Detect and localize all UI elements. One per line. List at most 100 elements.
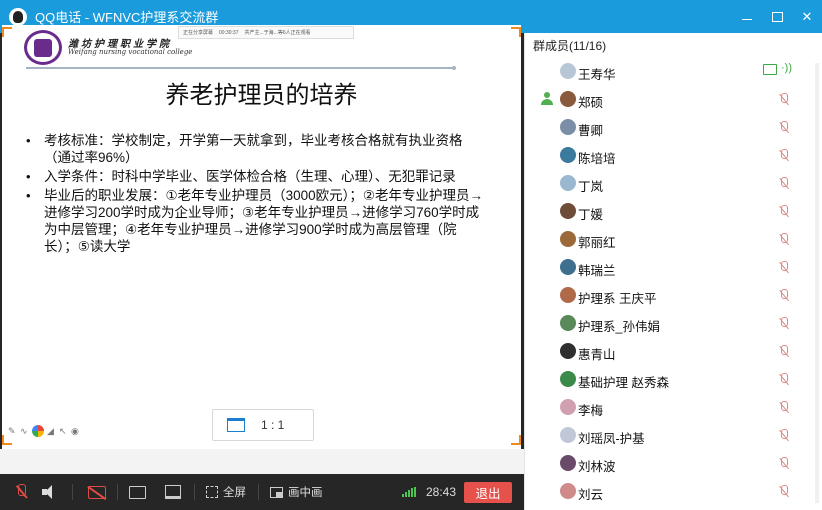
host-icon [540,92,554,106]
avatar[interactable] [560,63,576,79]
member-name: 护理系 王庆平 [578,292,657,306]
member-row[interactable]: 丁媛 [525,197,815,225]
camera-off-icon [88,485,106,499]
avatar[interactable] [560,147,576,163]
share-screen-button[interactable] [129,474,146,510]
member-name: 护理系_孙伟娟 [578,320,660,334]
microphone-muted-icon [778,317,790,330]
avatar[interactable] [560,399,576,415]
member-name: 曹卿 [578,124,604,138]
avatar[interactable] [560,231,576,247]
avatar[interactable] [560,119,576,135]
microphone-muted-icon [778,429,790,442]
avatar[interactable] [560,175,576,191]
avatar[interactable] [560,259,576,275]
microphone-muted-icon [778,93,790,106]
member-row[interactable]: 李梅 [525,393,815,421]
avatar[interactable] [560,203,576,219]
qq-call-window: QQ电话 - WFNVC护理系交流群 ✕ 正在分享屏幕 00:30:37 共产主… [0,0,822,510]
share-status: 正在分享屏幕 [183,30,214,36]
avatar[interactable] [560,455,576,471]
microphone-muted-icon [778,233,790,246]
eraser-icon[interactable]: ◢ [47,426,56,436]
screen-sharing-icon [763,64,777,75]
close-button[interactable]: ✕ [792,0,822,33]
member-row[interactable]: 曹卿 [525,113,815,141]
fullscreen-label: 全屏 [223,487,246,499]
member-row[interactable]: 丁岚 [525,169,815,197]
bullet-item: 毕业后的职业发展：①老年专业护理员（3000欧元）；②老年专业护理员→进修学习2… [24,187,486,255]
corner-marker [511,435,521,445]
avatar[interactable] [560,315,576,331]
slide-bullet-list: 考核标准：学校制定，开学第一天就拿到，毕业考核合格就有执业资格（通过率96%） … [24,132,486,257]
whiteboard-button[interactable] [165,474,181,510]
member-row[interactable]: 韩瑞兰 [525,253,815,281]
microphone-muted-icon [778,345,790,358]
member-row[interactable]: 护理系_孙伟娟 [525,309,815,337]
header-divider [26,66,456,70]
avatar[interactable] [560,287,576,303]
maximize-button[interactable] [762,0,792,33]
avatar[interactable] [560,427,576,443]
microphone-muted-icon [778,261,790,274]
signal-strength [402,474,416,510]
member-row[interactable]: 郭丽红 [525,225,815,253]
member-name: 郭丽红 [578,236,616,250]
member-name: 刘林波 [578,460,616,474]
member-row[interactable]: 护理系 王庆平 [525,281,815,309]
speaker-button[interactable] [42,474,58,510]
avatar[interactable] [560,91,576,107]
slide-annotation-toolbar: ✎ ∿ ◢ ↖ ◉ [8,425,80,437]
member-row[interactable]: 王寿华 ·)) [525,57,815,85]
color-picker-icon[interactable] [32,425,44,437]
member-row[interactable]: 刘瑶凤-护基 [525,421,815,449]
member-row[interactable]: 陈培培 [525,141,815,169]
member-name: 刘云 [578,488,604,502]
divider [117,484,118,500]
microphone-muted-icon [778,149,790,162]
call-timer: 28:43 [426,485,457,499]
minimize-button[interactable] [732,0,762,33]
avatar[interactable] [560,343,576,359]
curve-icon[interactable]: ∿ [20,426,29,436]
avatar[interactable] [560,371,576,387]
microphone-muted-icon [778,177,790,190]
microphone-muted-icon [778,457,790,470]
exit-call-button[interactable]: 退出 [464,481,512,503]
member-row[interactable]: 刘云 [525,477,815,505]
picture-in-picture-button[interactable]: 画中画 [270,474,323,510]
member-row[interactable]: 刘林波 [525,449,815,477]
window-title: QQ电话 - WFNVC护理系交流群 [35,10,219,25]
member-name: 韩瑞兰 [578,264,616,278]
bullet-item: 入学条件：时科中学毕业、医学体检合格（生理、心理）、无犯罪记录 [24,168,486,185]
member-row[interactable]: 惠青山 [525,337,815,365]
laser-pointer-icon[interactable]: ◉ [71,426,80,436]
screen-share-status-bar: 正在分享屏幕 00:30:37 共产主...于海...等6人正在观看 [178,26,354,39]
mute-microphone-button[interactable] [14,474,28,510]
camera-toggle-button[interactable] [88,474,106,510]
microphone-muted-icon [778,205,790,218]
divider [194,484,195,500]
qq-logo-icon [9,7,27,26]
screen-share-icon [129,485,146,499]
corner-marker [511,27,521,37]
call-control-bar: 全屏 画中画 28:43 退出 [0,474,524,510]
exit-call-area: 退出 [464,474,512,510]
member-name: 陈培培 [578,152,616,166]
school-logo [24,30,62,65]
presentation-slide: 正在分享屏幕 00:30:37 共产主...于海...等6人正在观看 潍坊护理职… [2,25,521,449]
member-list-scrollbar[interactable] [815,63,819,503]
microphone-muted-icon [778,401,790,414]
pen-icon[interactable]: ✎ [8,426,17,436]
member-name: 惠青山 [578,348,616,362]
school-name-en: Weifang nursing vocational college [68,48,193,56]
signal-bars-icon [402,487,416,497]
aspect-ratio-toggle[interactable]: 1 : 1 [212,409,314,441]
member-row[interactable]: 郑硕 [525,85,815,113]
microphone-muted-icon [778,121,790,134]
avatar[interactable] [560,483,576,499]
member-panel: 群成员(11/16) 王寿华 ·)) 郑硕 曹卿 陈培培 丁岚 丁媛 郭丽红 韩瑞兰 护理系 王庆… [524,33,822,510]
member-row[interactable]: 基础护理 赵秀森 [525,365,815,393]
arrow-icon[interactable]: ↖ [59,426,68,436]
fullscreen-button[interactable]: 全屏 [206,474,246,510]
